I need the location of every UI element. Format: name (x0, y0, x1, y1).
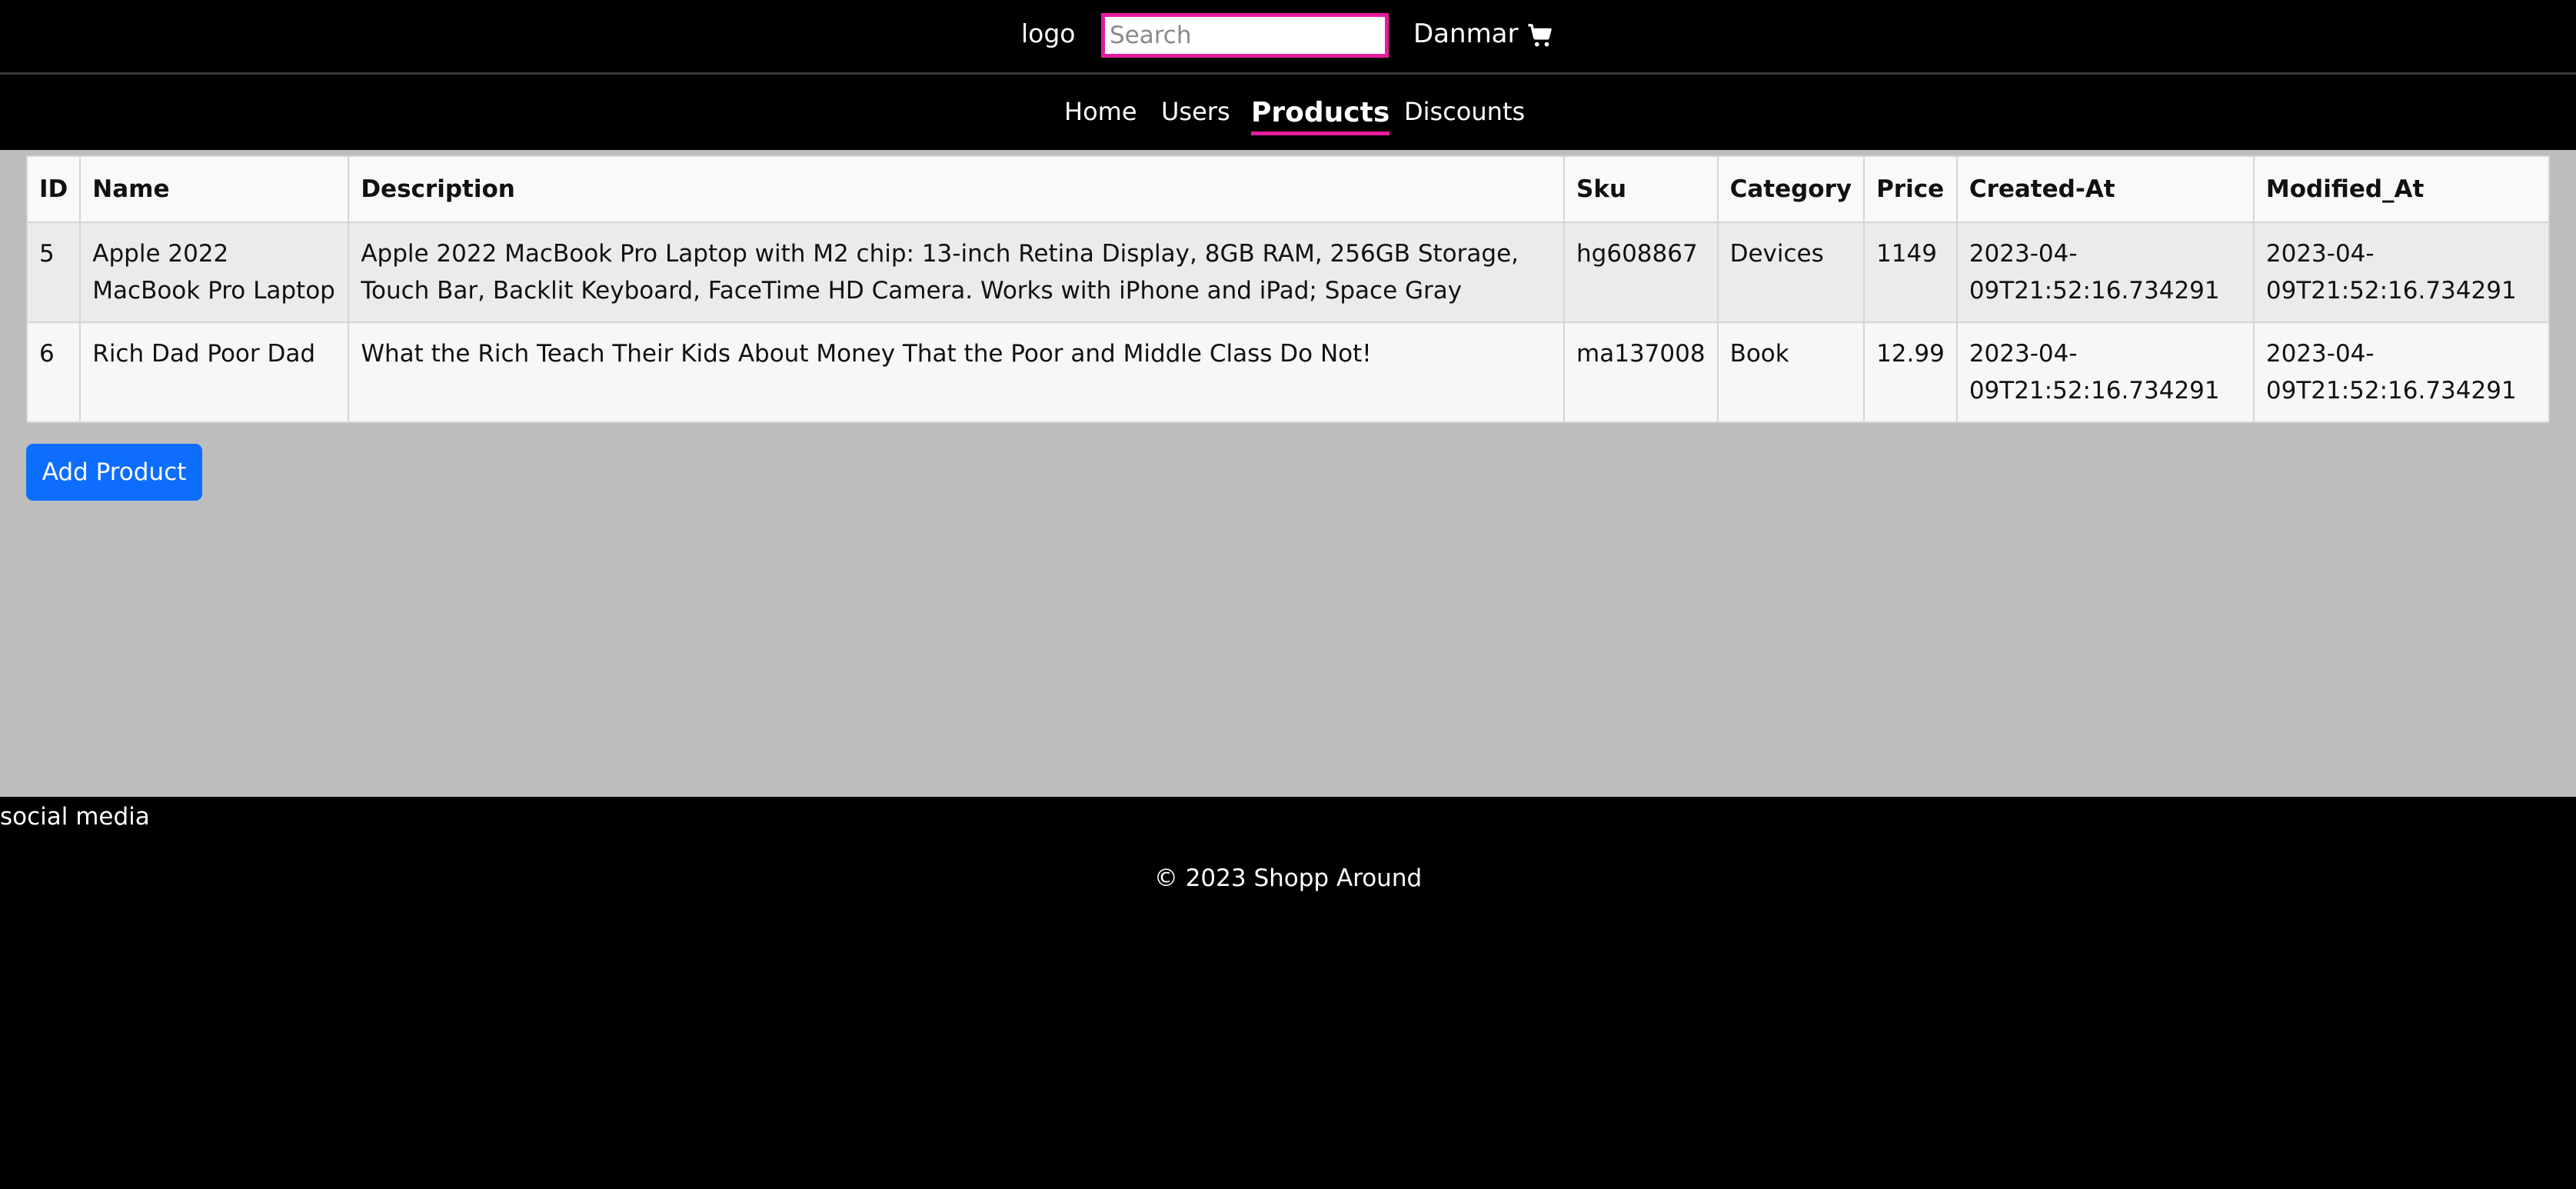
products-table: ID Name Description Sku Category Price C… (25, 155, 2551, 423)
cell-category: Devices (1716, 221, 1865, 323)
column-header-price[interactable]: Price (1863, 155, 1958, 223)
nav-item-products[interactable]: Products (1251, 96, 1390, 135)
main-nav: Home Users Products Discounts (0, 75, 2576, 150)
column-header-id[interactable]: ID (25, 155, 82, 223)
column-header-sku[interactable]: Sku (1563, 155, 1719, 223)
column-header-created-at[interactable]: Created-At (1955, 155, 2255, 223)
shopping-cart-icon[interactable] (1527, 23, 1553, 49)
nav-item-discounts[interactable]: Discounts (1404, 95, 1525, 128)
cell-created-at: 2023-04-09T21:52:16.734291 (1955, 321, 2255, 423)
column-header-description[interactable]: Description (348, 155, 1566, 223)
nav-item-home[interactable]: Home (1064, 95, 1137, 128)
logo[interactable]: logo (1021, 17, 1076, 51)
main-content: ID Name Description Sku Category Price C… (0, 150, 2576, 797)
table-row[interactable]: 5 Apple 2022 MacBook Pro Laptop Apple 20… (25, 221, 2551, 323)
top-header: logo Danmar (0, 0, 2576, 75)
social-media-text: social media (0, 803, 150, 831)
search-input[interactable] (1101, 13, 1389, 58)
column-header-modified-at[interactable]: Modified_At (2252, 155, 2551, 223)
user-name[interactable]: Danmar (1413, 17, 1519, 51)
cell-sku: ma137008 (1563, 321, 1719, 423)
table-row[interactable]: 6 Rich Dad Poor Dad What the Rich Teach … (25, 321, 2551, 423)
cell-description: Apple 2022 MacBook Pro Laptop with M2 ch… (348, 221, 1566, 323)
cell-id: 6 (25, 321, 82, 423)
cell-name: Apple 2022 MacBook Pro Laptop (79, 221, 350, 323)
table-header-row: ID Name Description Sku Category Price C… (25, 155, 2551, 223)
column-header-name[interactable]: Name (79, 155, 350, 223)
cell-description: What the Rich Teach Their Kids About Mon… (348, 321, 1566, 423)
cell-id: 5 (25, 221, 82, 323)
copyright-text: © 2023 Shopp Around (1153, 864, 1423, 892)
cell-category: Book (1716, 321, 1865, 423)
cell-price: 12.99 (1863, 321, 1958, 423)
cell-modified-at: 2023-04-09T21:52:16.734291 (2252, 321, 2551, 423)
cell-name: Rich Dad Poor Dad (79, 321, 350, 423)
cell-sku: hg608867 (1563, 221, 1719, 323)
nav-item-users[interactable]: Users (1161, 95, 1230, 128)
column-header-category[interactable]: Category (1716, 155, 1865, 223)
add-product-button[interactable]: Add Product (26, 444, 202, 501)
cell-created-at: 2023-04-09T21:52:16.734291 (1955, 221, 2255, 323)
cell-modified-at: 2023-04-09T21:52:16.734291 (2252, 221, 2551, 323)
footer: social media © 2023 Shopp Around (0, 797, 2576, 1189)
cell-price: 1149 (1863, 221, 1958, 323)
